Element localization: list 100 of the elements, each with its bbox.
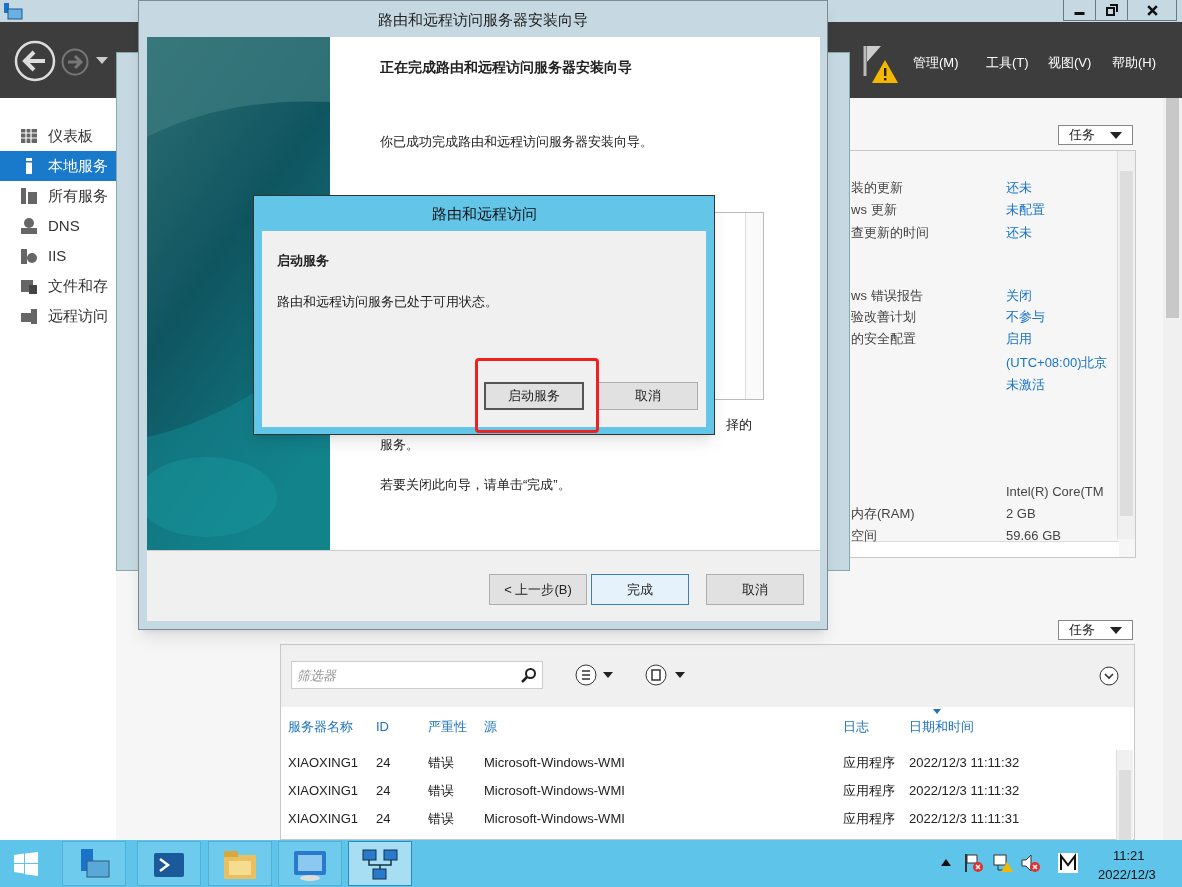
table-cell-text: 错误 bbox=[428, 810, 454, 828]
nav-item[interactable]: 本地服务 bbox=[0, 151, 116, 181]
flag-error-icon[interactable] bbox=[964, 853, 984, 873]
scrollbar[interactable] bbox=[1117, 151, 1135, 539]
scrollbar[interactable] bbox=[1116, 750, 1133, 840]
taskbar-app[interactable] bbox=[278, 841, 342, 886]
forward-button[interactable] bbox=[61, 48, 89, 76]
dialog-message: 路由和远程访问服务已处于可用状态。 bbox=[277, 293, 498, 311]
property-link[interactable]: 关闭 bbox=[1006, 286, 1032, 306]
wizard-button[interactable]: 完成 bbox=[591, 574, 689, 605]
close-icon bbox=[1145, 3, 1159, 17]
table-cell-text: 2022/12/3 11:11:31 bbox=[909, 810, 1020, 828]
table-cell-text: Microsoft-Windows-WMI bbox=[484, 810, 625, 828]
property-value: 59.66 GB bbox=[1006, 527, 1061, 545]
nav-icon bbox=[20, 127, 38, 145]
table-cell-text: 2022/12/3 11:11:32 bbox=[909, 782, 1020, 800]
menu-item[interactable]: 工具(T) bbox=[986, 53, 1029, 73]
nav-item[interactable]: 远程访问 bbox=[0, 301, 116, 331]
search-icon bbox=[521, 667, 537, 683]
property-label: 查更新的时间 bbox=[851, 224, 929, 242]
property-link[interactable]: 还未 bbox=[1006, 178, 1032, 198]
nav-item[interactable]: IIS bbox=[0, 241, 116, 271]
property-value: Intel(R) Core(TM bbox=[1006, 483, 1104, 501]
dialog-button[interactable]: 启动服务 bbox=[484, 382, 584, 410]
taskbar-app[interactable] bbox=[62, 841, 126, 886]
list-options-icon[interactable] bbox=[575, 664, 615, 686]
property-link[interactable]: 还未 bbox=[1006, 223, 1032, 243]
start-button[interactable] bbox=[14, 852, 38, 876]
nav-icon bbox=[20, 307, 38, 325]
server-manager-icon bbox=[3, 2, 23, 20]
property-link[interactable]: 不参与 bbox=[1006, 307, 1045, 327]
close-hint: 若要关闭此向导，请单击“完成”。 bbox=[380, 476, 571, 494]
dialog-heading: 启动服务 bbox=[277, 252, 329, 270]
menu-item[interactable]: 管理(M) bbox=[913, 53, 959, 73]
column-header[interactable]: ID bbox=[376, 717, 389, 737]
nav-icon bbox=[20, 217, 38, 235]
wizard-heading: 正在完成路由和远程访问服务器安装向导 bbox=[380, 58, 632, 77]
table-cell-text: 24 bbox=[376, 754, 391, 772]
nav-item[interactable]: 仪表板 bbox=[0, 121, 116, 151]
table-cell-text: 错误 bbox=[428, 782, 454, 800]
taskbar-app[interactable] bbox=[348, 841, 412, 886]
table-cell-text: 2022/12/3 11:11:32 bbox=[909, 754, 1020, 772]
volume-muted-icon[interactable] bbox=[1021, 853, 1041, 873]
dropdown-icon bbox=[1110, 626, 1122, 634]
clock-date[interactable]: 2022/12/3 bbox=[1098, 865, 1156, 885]
table-cell-text: Microsoft-Windows-WMI bbox=[484, 754, 625, 772]
tasks-button[interactable]: 任务 bbox=[1058, 125, 1133, 145]
property-link[interactable]: (UTC+08:00)北京 bbox=[1006, 353, 1108, 373]
scrollbar[interactable] bbox=[745, 213, 763, 399]
column-header[interactable]: 源 bbox=[484, 717, 497, 737]
dialog-button[interactable]: 取消 bbox=[598, 382, 698, 410]
summary-note: 服务。 bbox=[380, 436, 419, 454]
dropdown-icon[interactable] bbox=[96, 57, 108, 65]
nav-item[interactable]: DNS bbox=[0, 211, 116, 241]
column-header[interactable]: 日志 bbox=[843, 717, 869, 737]
menu-item[interactable]: 视图(V) bbox=[1048, 53, 1092, 73]
property-label: ws 错误报告 bbox=[851, 287, 923, 305]
filter-field[interactable]: 筛选器 bbox=[291, 661, 543, 689]
column-header[interactable]: 服务器名称 bbox=[288, 717, 353, 737]
table-cell-text: 应用程序 bbox=[843, 782, 895, 800]
taskbar-app[interactable] bbox=[137, 841, 201, 886]
tasks-button[interactable]: 任务 bbox=[1058, 620, 1133, 640]
nav-item[interactable]: 所有服务 bbox=[0, 181, 116, 211]
property-label: 装的更新 bbox=[851, 179, 903, 197]
notifications-flag-icon[interactable] bbox=[862, 44, 900, 84]
nav-icon bbox=[20, 277, 38, 295]
horizontal-scrollbar[interactable] bbox=[851, 541, 1119, 557]
table-cell-text: 错误 bbox=[428, 754, 454, 772]
window-title: 路由和远程访问 bbox=[430, 204, 538, 224]
intro-text: 你已成功完成路由和远程访问服务器安装向导。 bbox=[380, 133, 653, 151]
wizard-button[interactable]: 取消 bbox=[706, 574, 804, 605]
clock-time[interactable]: 11:21 bbox=[1113, 846, 1145, 866]
nav-icon bbox=[20, 247, 38, 265]
property-value: 2 GB bbox=[1006, 505, 1036, 523]
scrollbar[interactable] bbox=[1163, 98, 1182, 840]
scrollbar-thumb[interactable] bbox=[1119, 770, 1131, 840]
menu-item[interactable]: 帮助(H) bbox=[1112, 53, 1157, 73]
back-button[interactable] bbox=[14, 40, 56, 82]
table-cell-text: Microsoft-Windows-WMI bbox=[484, 782, 625, 800]
property-label: 验改善计划 bbox=[851, 308, 916, 326]
sort-indicator-icon bbox=[933, 709, 941, 714]
property-link[interactable]: 未配置 bbox=[1006, 200, 1045, 220]
expand-icon[interactable] bbox=[1099, 666, 1119, 686]
column-header[interactable]: 日期和时间 bbox=[909, 717, 974, 737]
show-hidden-icons-button[interactable] bbox=[941, 859, 951, 866]
table-cell-text: 应用程序 bbox=[843, 810, 895, 828]
wizard-button[interactable]: < 上一步(B) bbox=[489, 574, 587, 605]
property-link[interactable]: 未激活 bbox=[1006, 375, 1045, 395]
table-cell-text: 24 bbox=[376, 810, 391, 828]
network-warning-icon[interactable] bbox=[992, 853, 1014, 873]
scrollbar-thumb[interactable] bbox=[1166, 98, 1179, 318]
nav-item[interactable]: 文件和存 bbox=[0, 271, 116, 301]
property-link[interactable]: 启用 bbox=[1006, 329, 1032, 349]
summary-note: 择的 bbox=[726, 416, 752, 434]
property-label: 的安全配置 bbox=[851, 330, 916, 348]
input-method-icon[interactable] bbox=[1058, 853, 1078, 873]
minimize-icon bbox=[1074, 11, 1085, 15]
dropdown-icon bbox=[1110, 131, 1122, 139]
column-header[interactable]: 严重性 bbox=[428, 717, 467, 737]
property-label: ws 更新 bbox=[851, 201, 897, 219]
